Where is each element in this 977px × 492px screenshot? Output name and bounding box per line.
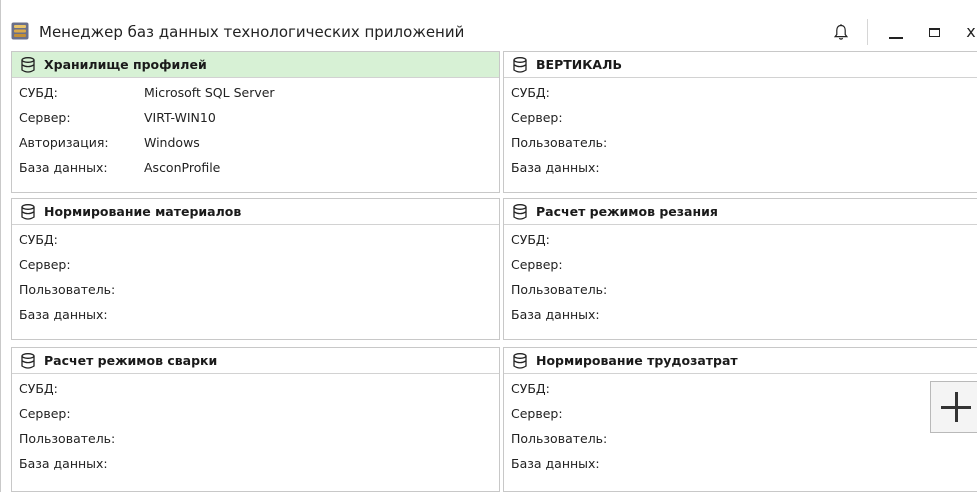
panel-vertical[interactable]: ВЕРТИКАЛЬ СУБД: Сервер: Пользователь: Ба… [503, 51, 977, 193]
notifications-button[interactable] [827, 20, 855, 44]
field-auth: Авторизация: Windows [12, 130, 499, 155]
close-button[interactable]: x [959, 20, 977, 44]
field-user: Пользователь: [504, 130, 977, 155]
field-dbms: СУБД: [12, 227, 499, 252]
field-label: Пользователь: [19, 431, 116, 446]
field-user: Пользователь: [12, 426, 499, 451]
maximize-button[interactable] [919, 20, 949, 44]
field-dbms: СУБД: Microsoft SQL Server [12, 80, 499, 105]
field-label: Авторизация: [19, 135, 109, 150]
field-label: Сервер: [511, 257, 563, 272]
minimize-icon [889, 37, 903, 39]
field-server: Сервер: [504, 401, 977, 426]
field-dbms: СУБД: [12, 376, 499, 401]
field-database: База данных: AsconProfile [12, 155, 499, 180]
field-label: База данных: [19, 160, 108, 175]
field-label: СУБД: [19, 381, 58, 396]
database-icon [513, 203, 527, 220]
field-user: Пользователь: [12, 277, 499, 302]
minimize-button[interactable] [881, 20, 911, 44]
field-value: AsconProfile [144, 160, 221, 175]
field-label: СУБД: [511, 232, 550, 247]
field-dbms: СУБД: [504, 376, 977, 401]
field-server: Сервер: [12, 401, 499, 426]
maximize-icon [928, 27, 940, 37]
field-database: База данных: [12, 451, 499, 476]
field-database: База данных: [504, 155, 977, 180]
field-label: Пользователь: [511, 431, 608, 446]
panel-title: Хранилище профилей [44, 57, 207, 72]
panel-title: Нормирование трудозатрат [536, 353, 738, 368]
database-panels: Хранилище профилей СУБД: Microsoft SQL Se… [11, 51, 977, 492]
panel-profile-storage[interactable]: Хранилище профилей СУБД: Microsoft SQL Se… [11, 51, 500, 193]
field-label: СУБД: [19, 85, 58, 100]
panel-material-norms[interactable]: Нормирование материалов СУБД: Сервер: По… [11, 198, 500, 340]
panel-header[interactable]: Нормирование трудозатрат [504, 348, 977, 374]
field-label: База данных: [19, 307, 108, 322]
field-label: Сервер: [511, 110, 563, 125]
field-database: База данных: [12, 302, 499, 327]
add-database-button[interactable] [930, 381, 977, 433]
field-label: База данных: [511, 307, 600, 322]
field-server: Сервер: VIRT-WIN10 [12, 105, 499, 130]
field-user: Пользователь: [504, 277, 977, 302]
field-label: Сервер: [511, 406, 563, 421]
panel-header[interactable]: Нормирование материалов [12, 199, 499, 225]
field-value: Microsoft SQL Server [144, 85, 275, 100]
database-icon [21, 203, 35, 220]
field-database: База данных: [504, 302, 977, 327]
database-icon [513, 352, 527, 369]
field-label: Пользователь: [511, 135, 608, 150]
field-label: СУБД: [19, 232, 58, 247]
database-icon [21, 56, 35, 73]
panel-header[interactable]: ВЕРТИКАЛЬ [504, 52, 977, 78]
window-title: Менеджер баз данных технологических прил… [39, 23, 465, 41]
panel-header[interactable]: Расчет режимов сварки [12, 348, 499, 374]
field-user: Пользователь: [504, 426, 977, 451]
panel-welding-modes[interactable]: Расчет режимов сварки СУБД: Сервер: Поль… [11, 347, 500, 492]
app-window: Менеджер баз данных технологических прил… [0, 0, 977, 492]
field-label: СУБД: [511, 85, 550, 100]
close-icon: x [966, 22, 976, 41]
field-dbms: СУБД: [504, 80, 977, 105]
panel-cutting-modes[interactable]: Расчет режимов резания СУБД: Сервер: Пол… [503, 198, 977, 340]
field-label: База данных: [19, 456, 108, 471]
field-label: Сервер: [19, 257, 71, 272]
field-dbms: СУБД: [504, 227, 977, 252]
panel-title: ВЕРТИКАЛЬ [536, 57, 623, 72]
field-label: База данных: [511, 160, 600, 175]
database-icon [513, 56, 527, 73]
field-label: База данных: [511, 456, 600, 471]
field-server: Сервер: [504, 252, 977, 277]
field-label: Пользователь: [19, 282, 116, 297]
field-label: Пользователь: [511, 282, 608, 297]
panel-header[interactable]: Хранилище профилей [12, 52, 499, 78]
database-icon [21, 352, 35, 369]
panel-header[interactable]: Расчет режимов резания [504, 199, 977, 225]
panel-labor-norms[interactable]: Нормирование трудозатрат СУБД: Сервер: П… [503, 347, 977, 492]
field-value: Windows [144, 135, 200, 150]
field-label: СУБД: [511, 381, 550, 396]
panel-title: Расчет режимов сварки [44, 353, 218, 368]
plus-icon [941, 392, 971, 422]
field-label: Сервер: [19, 110, 71, 125]
title-bar[interactable]: Менеджер баз данных технологических прил… [1, 0, 977, 46]
field-value: VIRT-WIN10 [144, 110, 216, 125]
field-database: База данных: [504, 451, 977, 476]
field-label: Сервер: [19, 406, 71, 421]
title-separator [867, 19, 868, 45]
field-server: Сервер: [12, 252, 499, 277]
panel-title: Расчет режимов резания [536, 204, 718, 219]
database-app-icon [11, 22, 29, 40]
field-server: Сервер: [504, 105, 977, 130]
panel-title: Нормирование материалов [44, 204, 242, 219]
bell-icon [834, 23, 848, 40]
